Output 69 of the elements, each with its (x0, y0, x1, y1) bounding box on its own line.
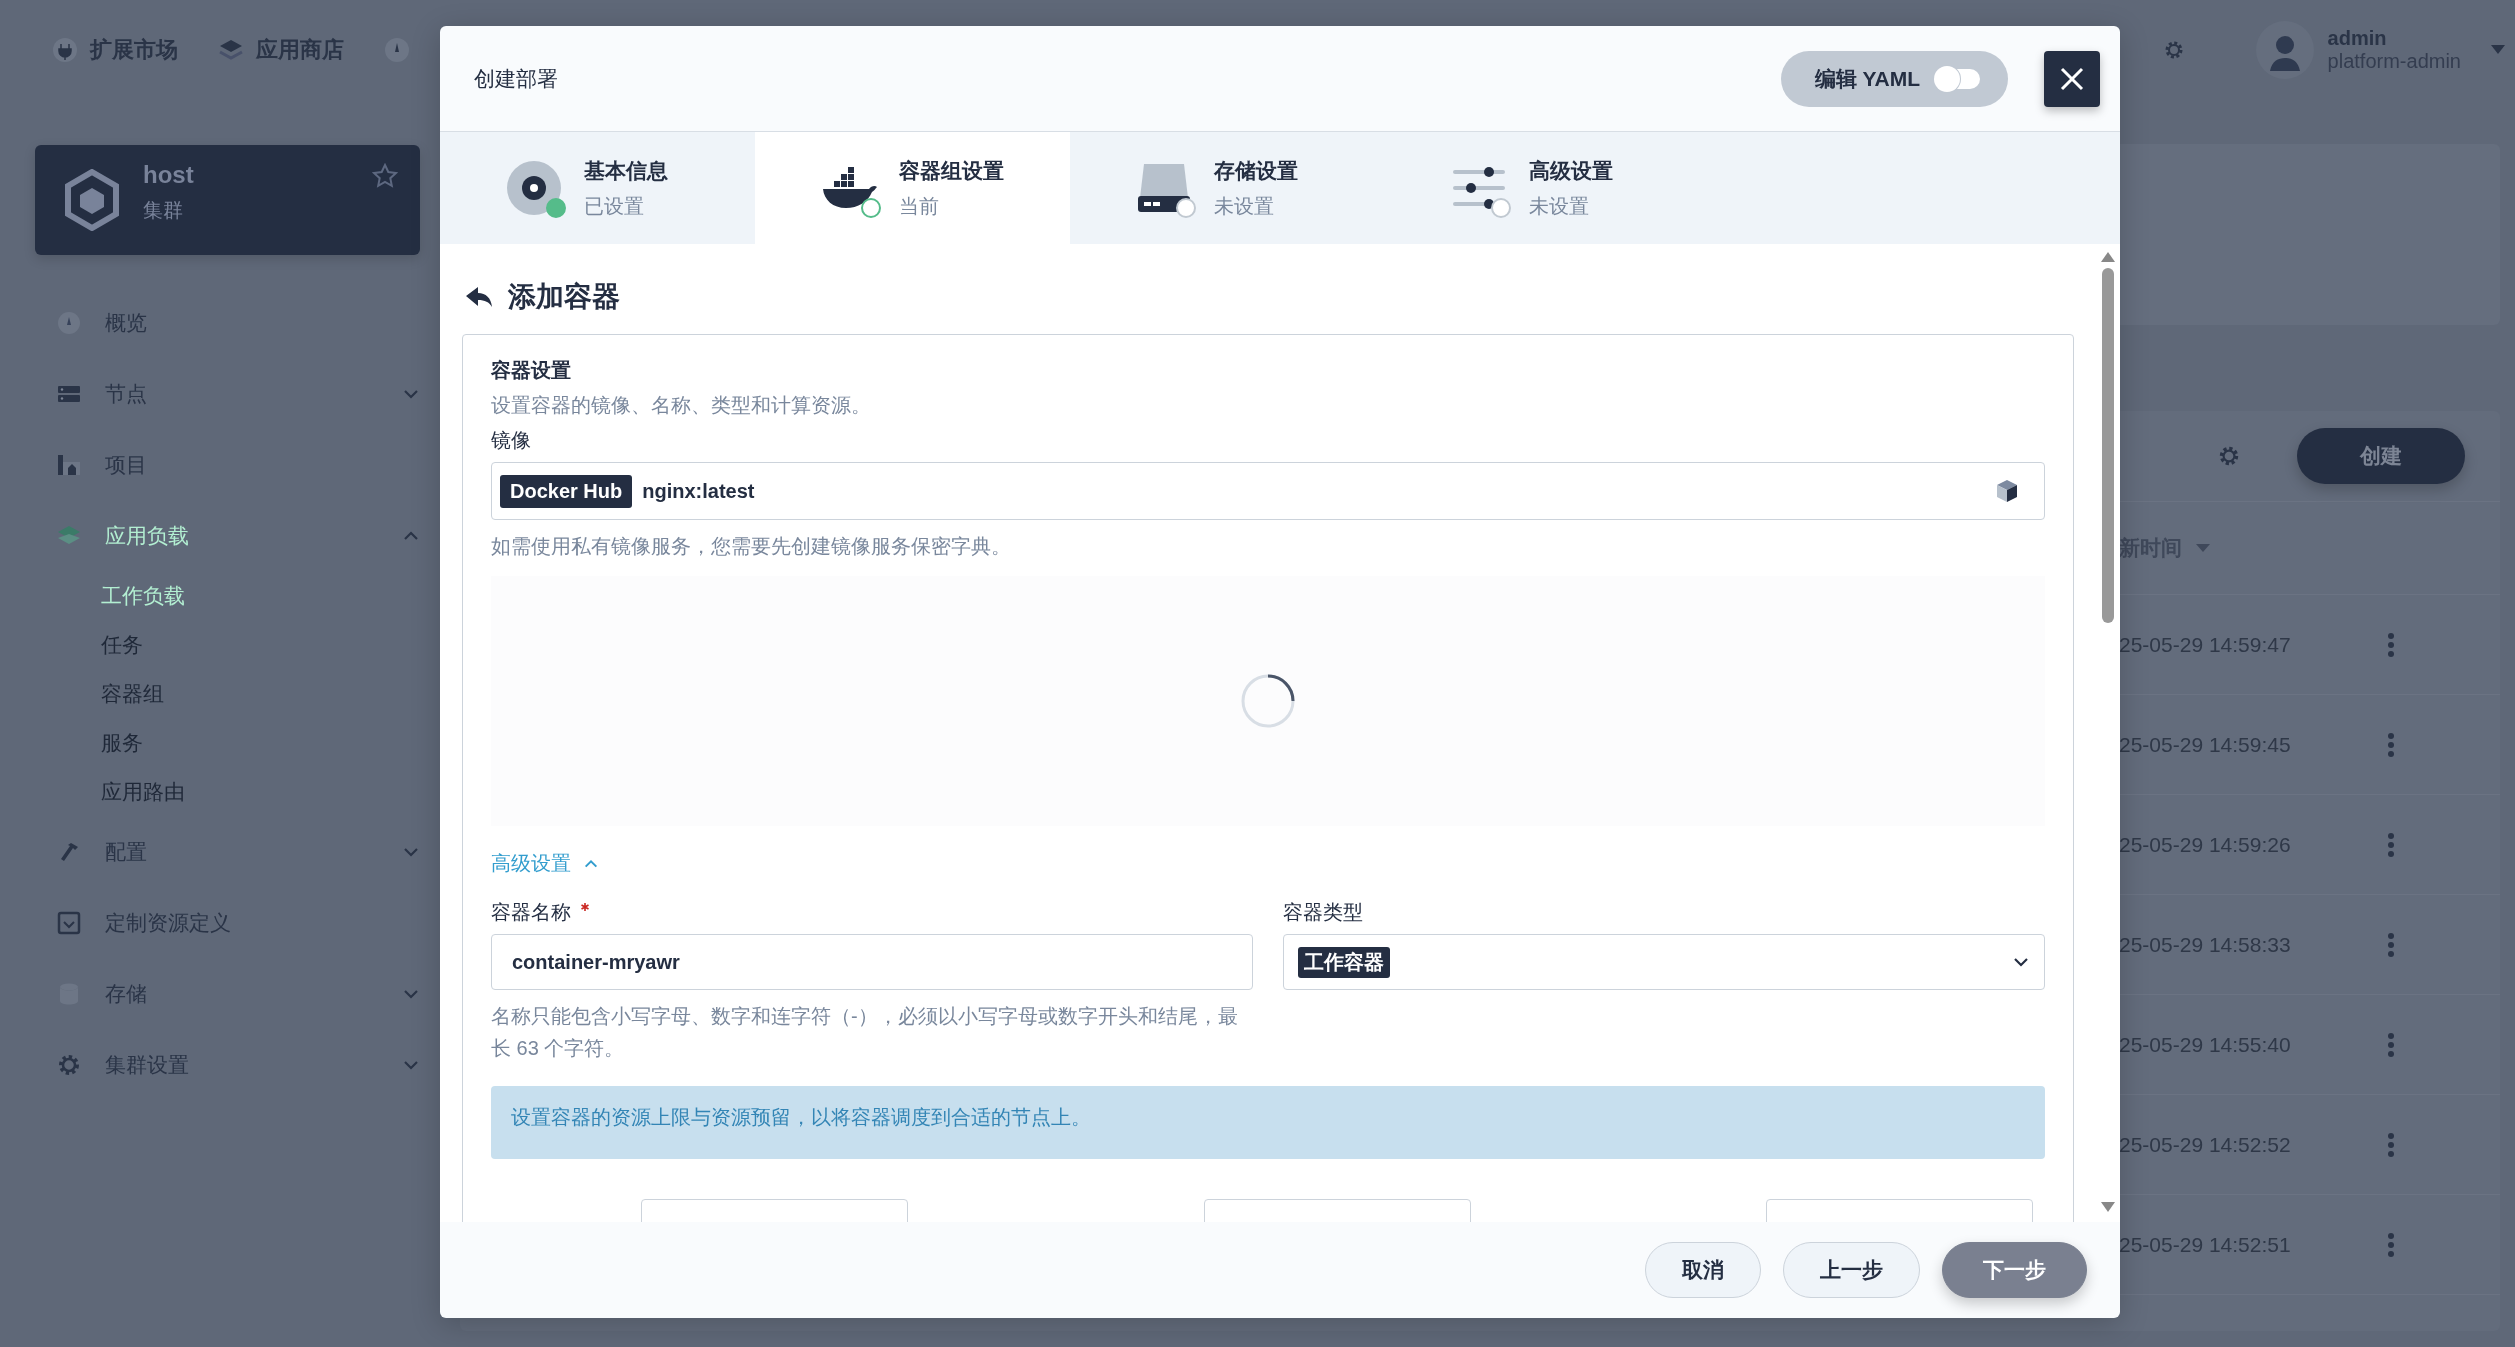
cube-icon[interactable] (1996, 479, 2018, 503)
sidebar-subitem[interactable]: 容器组 (35, 669, 420, 718)
building-icon (57, 452, 81, 477)
spinner-icon (1240, 673, 1296, 729)
more-icon[interactable] (2387, 1032, 2395, 1057)
hexagon-cube-icon (63, 169, 121, 231)
step-title: 存储设置 (1214, 157, 1298, 184)
field-hint: 如需使用私有镜像服务，您需要先创建镜像服务保密字典。 (491, 534, 1012, 559)
create-button[interactable]: 创建 (2297, 428, 2465, 484)
close-button[interactable] (2044, 50, 2100, 107)
footer-button[interactable]: 上一步 (1783, 1242, 1920, 1298)
more-icon[interactable] (2387, 1232, 2395, 1257)
card-description: 设置容器的镜像、名称、类型和计算资源。 (491, 393, 872, 418)
field-label: 镜像 (491, 428, 532, 453)
gauge-icon (57, 310, 81, 335)
cluster-type: 集群 (143, 198, 184, 223)
gauge-icon[interactable] (384, 37, 410, 63)
step-status: 当前 (899, 193, 940, 219)
advanced-settings-link[interactable]: 高级设置 (491, 850, 599, 877)
sidebar-subitem[interactable]: 应用路由 (35, 767, 420, 816)
sidebar-subitem[interactable]: 任务 (35, 620, 420, 669)
sidebar-subitem[interactable]: 工作负载 (35, 571, 420, 620)
field-label: 容器类型 (1283, 900, 1364, 925)
field-label: 容器名称 (491, 900, 571, 925)
section-title: 添加容器 (508, 280, 620, 314)
type-tag: 工作容器 (1298, 946, 1390, 978)
step-title: 基本信息 (584, 157, 668, 184)
scroll-down-icon[interactable] (2101, 1202, 2115, 1212)
plug-icon[interactable] (52, 37, 78, 63)
type-select[interactable]: 工作容器 (1283, 934, 2045, 990)
step-status: 已设置 (584, 193, 645, 219)
sidebar-item[interactable]: 应用负载 (35, 500, 420, 571)
more-icon[interactable] (2387, 932, 2395, 957)
scrollbar-thumb[interactable] (2102, 268, 2114, 623)
yaml-toggle[interactable]: 编辑 YAML (1780, 50, 2008, 107)
card-title: 容器设置 (491, 358, 572, 383)
footer-button[interactable]: 取消 (1645, 1242, 1761, 1298)
star-icon[interactable] (372, 163, 398, 189)
more-icon[interactable] (2387, 1132, 2395, 1157)
dialog-title: 创建部署 (474, 65, 559, 92)
step-tab[interactable]: 基本信息 已设置 (440, 132, 755, 244)
cluster-card[interactable]: host 集群 (35, 145, 420, 255)
step-status: 未设置 (1214, 193, 1275, 219)
back-arrow-icon[interactable] (466, 286, 492, 308)
step-title: 高级设置 (1529, 157, 1613, 184)
step-tab[interactable]: 容器组设置 当前 (755, 132, 1070, 244)
scroll-up-icon[interactable] (2101, 252, 2115, 262)
more-icon[interactable] (2387, 832, 2395, 857)
footer-button[interactable]: 下一步 (1942, 1242, 2087, 1298)
sidebar-subitem[interactable]: 服务 (35, 718, 420, 767)
disc-icon (506, 160, 562, 216)
close-icon[interactable] (2059, 65, 2085, 92)
image-field[interactable]: Docker Hub nginx:latest (491, 462, 2045, 520)
checkbox-icon (57, 910, 81, 935)
name-input[interactable]: container-mryawr (491, 934, 1253, 990)
more-icon[interactable] (2387, 732, 2395, 757)
step-title: 容器组设置 (899, 157, 1004, 184)
caret-icon[interactable] (2491, 45, 2505, 55)
step-tab[interactable]: 存储设置 未设置 (1070, 132, 1385, 244)
avatar-icon[interactable] (2255, 21, 2314, 79)
step-status: 未设置 (1529, 193, 1590, 219)
field-hint: 名称只能包含小写字母、数字和连字符（-），必须以小写字母或数字开头和结尾，最长 63 个字符。 (491, 1004, 1239, 1061)
info-banner: 设置容器的资源上限与资源预留，以将容器调度到合适的节点上。 (491, 1086, 2045, 1159)
cluster-name: host (143, 161, 195, 189)
sort-caret-icon[interactable] (2196, 543, 2210, 553)
step-tab[interactable]: 高级设置 未设置 (1385, 132, 1700, 244)
gear-icon (57, 1052, 81, 1077)
registry-tag: Docker Hub (500, 474, 633, 508)
more-icon[interactable] (2387, 632, 2395, 657)
